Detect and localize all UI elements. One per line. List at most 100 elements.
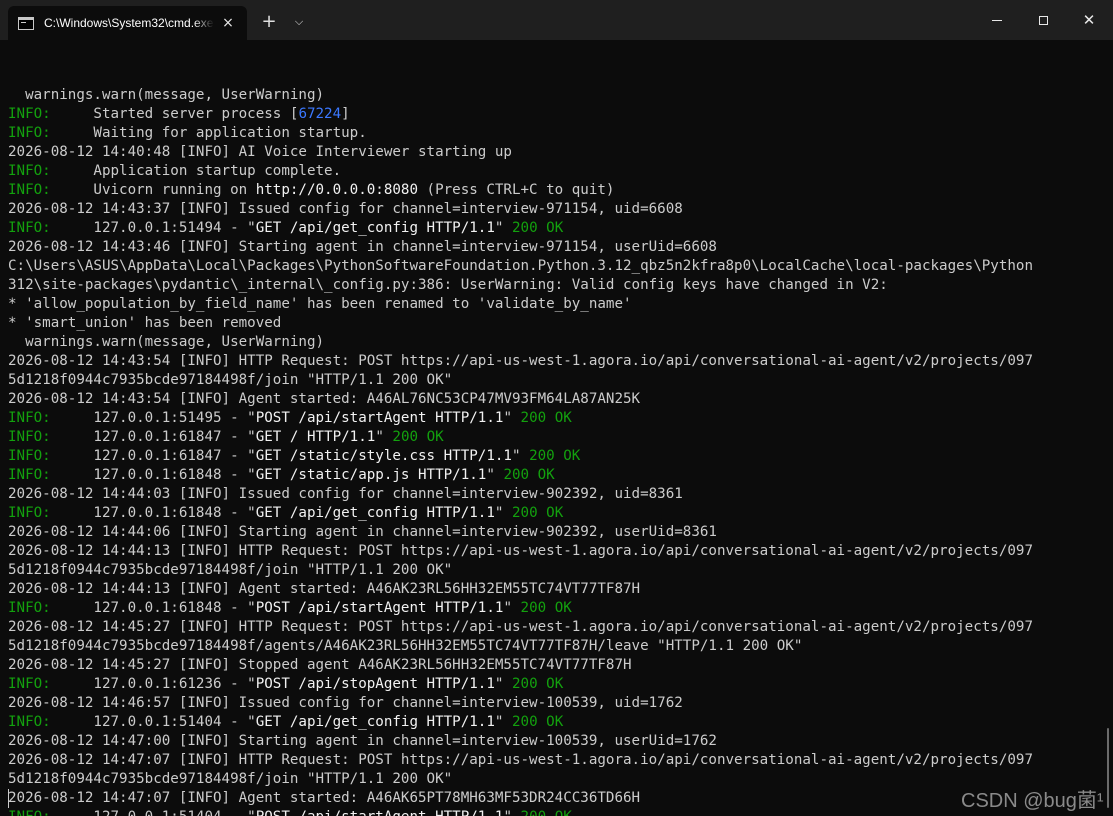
minimize-button[interactable] [974, 0, 1020, 40]
terminal-line: INFO: 127.0.0.1:61848 - "POST /api/start… [8, 599, 1104, 618]
terminal-text: INFO: [8, 467, 51, 483]
terminal-line: 2026-08-12 14:45:27 [INFO] HTTP Request:… [8, 618, 1104, 637]
terminal-text: 200 OK [520, 410, 572, 426]
terminal-text: INFO: [8, 676, 51, 692]
terminal-text: 5d1218f0944c7935bcde97184498f/join "HTTP… [8, 771, 453, 787]
terminal-text: INFO: [8, 125, 51, 141]
terminal-text: 127.0.0.1:61847 - " [50, 448, 256, 464]
title-bar[interactable]: C:\Windows\System32\cmd.exe × + ⌵ ✕ [0, 0, 1113, 40]
terminal-line: 5d1218f0944c7935bcde97184498f/agents/A46… [8, 637, 1104, 656]
scrollbar[interactable] [1107, 728, 1109, 808]
close-icon: ✕ [1082, 10, 1096, 29]
terminal-text: " [503, 600, 521, 616]
terminal-line: 2026-08-12 14:40:48 [INFO] AI Voice Inte… [8, 143, 1104, 162]
terminal-text: ] [341, 106, 350, 122]
terminal-text: POST /api/startAgent HTTP/1.1 [255, 410, 504, 426]
terminal-text: " [511, 448, 530, 464]
terminal-text: 2026-08-12 14:43:37 [INFO] Issued config… [8, 201, 683, 217]
terminal-line: 2026-08-12 14:47:07 [INFO] HTTP Request:… [8, 751, 1104, 770]
terminal-text: POST /api/startAgent HTTP/1.1 [256, 809, 504, 816]
terminal-line: 5d1218f0944c7935bcde97184498f/join "HTTP… [8, 371, 1104, 390]
terminal-line: INFO: Waiting for application startup. [8, 124, 1104, 143]
terminal-text: 2026-08-12 14:45:27 [INFO] HTTP Request:… [8, 619, 1033, 635]
terminal-text: POST /api/startAgent HTTP/1.1 [255, 600, 504, 616]
terminal-text: 2026-08-12 14:45:27 [INFO] Stopped agent… [8, 657, 632, 673]
terminal-text: Application startup complete. [50, 163, 342, 179]
terminal-line: INFO: 127.0.0.1:61848 - "GET /api/get_co… [8, 504, 1104, 523]
terminal-text: 127.0.0.1:51404 - " [50, 714, 256, 730]
tab-title: C:\Windows\System32\cmd.exe [44, 16, 214, 30]
terminal-text: 2026-08-12 14:44:13 [INFO] Agent started… [8, 581, 641, 597]
terminal-text: 200 OK [529, 448, 581, 464]
terminal-text: * 'smart_union' has been removed [8, 315, 282, 331]
terminal-text: 200 OK [511, 220, 564, 236]
terminal-text: 200 OK [392, 429, 444, 445]
terminal-text: * 'allow_population_by_field_name' has b… [8, 296, 632, 312]
terminal-text: 127.0.0.1:51495 - " [50, 410, 256, 426]
terminal-line: INFO: Application startup complete. [8, 162, 1104, 181]
terminal-window: C:\Windows\System32\cmd.exe × + ⌵ ✕ warn… [0, 0, 1113, 816]
terminal-text: 127.0.0.1:61848 - " [50, 600, 256, 616]
terminal-text: " [375, 429, 393, 445]
terminal-text: " [486, 467, 504, 483]
terminal-output[interactable]: warnings.warn(message, UserWarning) INFO:… [8, 48, 1104, 816]
terminal-text: INFO: [8, 106, 51, 122]
terminal-line: INFO: 127.0.0.1:51494 - "GET /api/get_co… [8, 219, 1104, 238]
terminal-text: INFO: [8, 714, 51, 730]
terminal-line: 2026-08-12 14:44:06 [INFO] Starting agen… [8, 523, 1104, 542]
terminal-text: 200 OK [511, 505, 564, 521]
terminal-line: INFO: 127.0.0.1:61847 - "GET /static/sty… [8, 447, 1104, 466]
terminal-text: 5d1218f0944c7935bcde97184498f/join "HTTP… [8, 562, 453, 578]
terminal-line: INFO: Uvicorn running on http://0.0.0.0:… [8, 181, 1104, 200]
terminal-text: 2026-08-12 14:46:57 [INFO] Issued config… [8, 695, 683, 711]
profile-dropdown-button[interactable]: ⌵ [289, 10, 309, 34]
terminal-text: INFO: [8, 182, 51, 198]
terminal-line: 2026-08-12 14:46:57 [INFO] Issued config… [8, 694, 1104, 713]
terminal-line: 312\site-packages\pydantic\_internal\_co… [8, 276, 1104, 295]
terminal-line: 2026-08-12 14:44:13 [INFO] HTTP Request:… [8, 542, 1104, 561]
maximize-button[interactable] [1020, 0, 1066, 40]
terminal-line: * 'allow_population_by_field_name' has b… [8, 295, 1104, 314]
terminal-text: 200 OK [503, 467, 555, 483]
terminal-text: 5d1218f0944c7935bcde97184498f/join "HTTP… [8, 372, 453, 388]
terminal-text: INFO: [8, 429, 51, 445]
terminal-line: * 'smart_union' has been removed [8, 314, 1104, 333]
terminal-text: GET /api/get_config HTTP/1.1 [255, 220, 495, 236]
terminal-line: INFO: 127.0.0.1:61236 - "POST /api/stopA… [8, 675, 1104, 694]
terminal-text: INFO: [8, 809, 51, 816]
terminal-text: 2026-08-12 14:40:48 [INFO] AI Voice Inte… [8, 144, 512, 160]
terminal-line: 2026-08-12 14:43:46 [INFO] Starting agen… [8, 238, 1104, 257]
terminal-line: INFO: 127.0.0.1:51404 - "POST /api/start… [8, 808, 1104, 816]
terminal-text: " [494, 505, 512, 521]
terminal-text: 2026-08-12 14:43:54 [INFO] Agent started… [8, 391, 641, 407]
terminal-text: 127.0.0.1:61847 - " [50, 429, 256, 445]
terminal-text: 127.0.0.1:51404 - " [51, 809, 255, 816]
terminal-text: 127.0.0.1:61236 - " [50, 676, 256, 692]
terminal-line: 2026-08-12 14:43:54 [INFO] Agent started… [8, 390, 1104, 409]
terminal-text: warnings.warn(message, UserWarning) [8, 334, 325, 350]
close-window-button[interactable]: ✕ [1066, 0, 1112, 40]
new-tab-button[interactable]: + [258, 10, 280, 34]
terminal-text: 67224 [298, 106, 342, 122]
terminal-text: GET /api/get_config HTTP/1.1 [255, 505, 495, 521]
terminal-text: warnings.warn(message, UserWarning) [8, 87, 325, 103]
terminal-text: 200 OK [511, 676, 564, 692]
terminal-text: 2026-08-12 14:43:46 [INFO] Starting agen… [8, 239, 717, 255]
tab-cmd[interactable]: C:\Windows\System32\cmd.exe × [8, 6, 247, 40]
terminal-text: 127.0.0.1:51494 - " [50, 220, 256, 236]
terminal-text: 127.0.0.1:61848 - " [50, 505, 256, 521]
tab-close-button[interactable]: × [219, 14, 237, 32]
terminal-text: INFO: [8, 505, 51, 521]
terminal-line: 2026-08-12 14:45:27 [INFO] Stopped agent… [8, 656, 1104, 675]
terminal-text: 5d1218f0944c7935bcde97184498f/agents/A46… [8, 638, 803, 654]
terminal-line: INFO: 127.0.0.1:61847 - "GET / HTTP/1.1"… [8, 428, 1104, 447]
terminal-text: 2026-08-12 14:44:06 [INFO] Starting agen… [8, 524, 717, 540]
terminal-text: " [503, 410, 521, 426]
terminal-line: 5d1218f0944c7935bcde97184498f/join "HTTP… [8, 561, 1104, 580]
terminal-text: 127.0.0.1:61848 - " [50, 467, 256, 483]
terminal-text: (Press CTRL+C to quit) [418, 182, 615, 198]
terminal-text: 2026-08-12 14:47:00 [INFO] Starting agen… [8, 733, 717, 749]
terminal-text: 200 OK [520, 600, 572, 616]
console-icon [18, 16, 34, 30]
terminal-text: INFO: [8, 220, 51, 236]
